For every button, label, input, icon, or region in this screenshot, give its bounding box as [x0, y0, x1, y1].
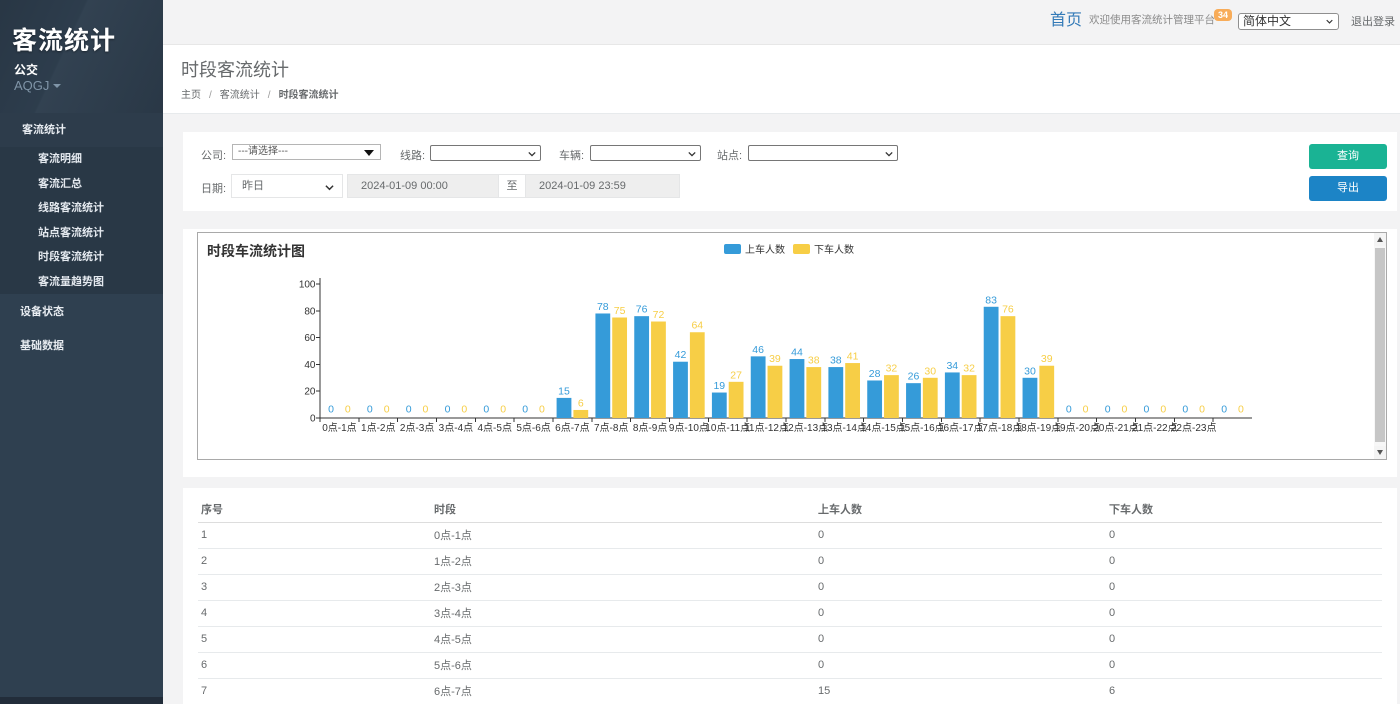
svg-text:3点-4点: 3点-4点	[439, 422, 473, 434]
svg-text:100: 100	[299, 280, 316, 291]
svg-text:0: 0	[445, 404, 451, 416]
svg-text:9点-10点: 9点-10点	[669, 422, 709, 434]
svg-text:2点-3点: 2点-3点	[400, 422, 434, 434]
svg-text:30: 30	[924, 365, 936, 377]
svg-text:34: 34	[946, 360, 958, 372]
svg-text:64: 64	[691, 320, 703, 332]
svg-text:7点-8点: 7点-8点	[594, 422, 628, 434]
svg-text:0: 0	[1121, 404, 1127, 416]
svg-text:76: 76	[636, 304, 648, 316]
svg-text:1点-2点: 1点-2点	[361, 422, 395, 434]
svg-text:0: 0	[1160, 404, 1166, 416]
svg-text:0: 0	[1221, 404, 1227, 416]
svg-text:0: 0	[367, 404, 373, 416]
svg-text:0: 0	[328, 404, 334, 416]
svg-text:38: 38	[830, 355, 842, 367]
svg-text:0: 0	[1238, 404, 1244, 416]
svg-text:41: 41	[847, 351, 859, 363]
svg-text:76: 76	[1002, 304, 1014, 316]
svg-text:0: 0	[406, 404, 412, 416]
svg-text:6点-7点: 6点-7点	[555, 422, 589, 434]
svg-text:0: 0	[483, 404, 489, 416]
svg-text:80: 80	[304, 306, 316, 317]
svg-text:27: 27	[730, 369, 742, 381]
svg-text:8点-9点: 8点-9点	[633, 422, 667, 434]
svg-text:0点-1点: 0点-1点	[322, 422, 356, 434]
svg-text:0: 0	[539, 404, 545, 416]
svg-text:5点-6点: 5点-6点	[516, 422, 550, 434]
svg-text:42: 42	[675, 349, 687, 361]
svg-text:39: 39	[1041, 353, 1053, 365]
svg-text:19: 19	[713, 380, 725, 392]
svg-text:38: 38	[808, 355, 820, 367]
svg-text:0: 0	[1066, 404, 1072, 416]
svg-text:4点-5点: 4点-5点	[478, 422, 512, 434]
svg-text:15: 15	[558, 385, 570, 397]
svg-text:0: 0	[1105, 404, 1111, 416]
svg-text:6: 6	[578, 397, 584, 409]
svg-text:83: 83	[985, 294, 997, 306]
svg-text:39: 39	[769, 353, 781, 365]
svg-text:0: 0	[423, 404, 429, 416]
svg-text:0: 0	[345, 404, 351, 416]
svg-text:28: 28	[869, 368, 881, 380]
svg-text:32: 32	[886, 363, 898, 375]
svg-text:22点-23点: 22点-23点	[1171, 422, 1217, 434]
svg-text:60: 60	[304, 333, 316, 344]
svg-text:0: 0	[461, 404, 467, 416]
svg-text:46: 46	[752, 344, 764, 356]
svg-text:26: 26	[908, 371, 920, 383]
svg-text:72: 72	[653, 309, 665, 321]
svg-text:0: 0	[522, 404, 528, 416]
svg-text:0: 0	[500, 404, 506, 416]
svg-text:0: 0	[1083, 404, 1089, 416]
svg-text:0: 0	[1182, 404, 1188, 416]
svg-text:32: 32	[963, 363, 975, 375]
svg-text:78: 78	[597, 301, 609, 313]
svg-text:0: 0	[1199, 404, 1205, 416]
svg-text:0: 0	[384, 404, 390, 416]
svg-text:30: 30	[1024, 365, 1036, 377]
svg-text:0: 0	[310, 414, 316, 425]
svg-text:44: 44	[791, 347, 803, 359]
svg-text:0: 0	[1144, 404, 1150, 416]
svg-text:75: 75	[614, 305, 626, 317]
svg-text:40: 40	[304, 360, 316, 371]
svg-text:20: 20	[304, 387, 316, 398]
